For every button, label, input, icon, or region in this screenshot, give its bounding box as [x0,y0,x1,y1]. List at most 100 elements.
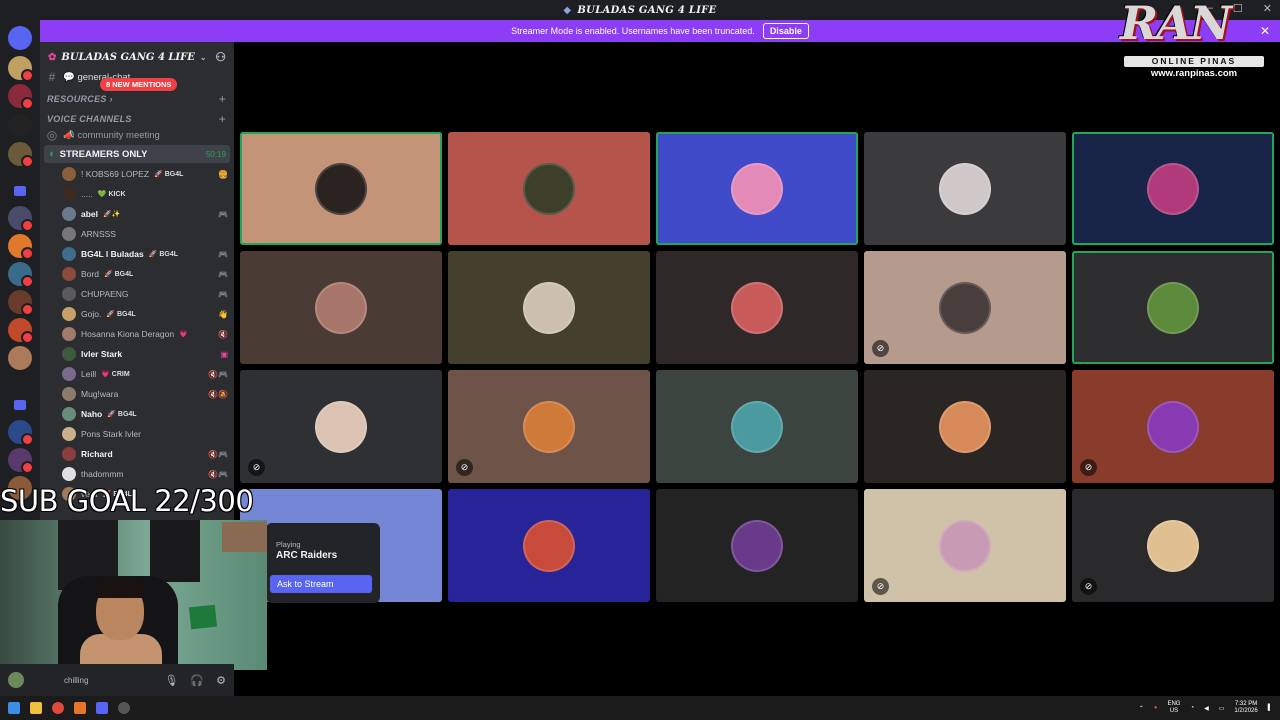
voice-member[interactable]: ! KOBS69 LOPEZ 🚀 BG4L 🍔 [62,164,228,184]
server-icon[interactable] [8,290,34,316]
participant-tile[interactable] [448,251,650,364]
server-icon[interactable] [8,114,32,138]
participant-tile[interactable] [240,132,442,245]
voice-member[interactable]: Hosanna Kiona Deragon 💗 🔇 [62,324,228,344]
channel-community-meeting[interactable]: ◎ 📣 community meeting [46,126,226,144]
chevron-down-icon: ⌄ [199,52,207,62]
voice-member[interactable]: Naho 🚀 BG4L [62,404,228,424]
add-channel-icon[interactable]: + [219,92,226,106]
participant-tile[interactable] [864,132,1066,245]
close-window-button[interactable]: ✕ [1263,2,1272,15]
obs-icon[interactable] [118,702,130,714]
muted-icon: ⊘ [872,340,889,357]
microphone-icon[interactable]: 🎙 [164,674,178,687]
member-tag: 🚀 BG4L [107,411,137,418]
participant-tile[interactable] [240,251,442,364]
participant-tile[interactable] [864,370,1066,483]
member-status-icon: 👋 [218,309,228,319]
ask-to-stream-button[interactable]: Ask to Stream [270,575,372,593]
voice-member[interactable]: Gojo. 🚀 BG4L 👋 [62,304,228,324]
server-icon[interactable] [8,318,34,344]
user-avatar[interactable] [8,672,24,688]
voice-member[interactable]: thadommm 🔇🎮 [62,464,228,484]
user-status: chilling [64,675,89,685]
mic-tray-icon[interactable]: ● [1154,705,1158,711]
voice-member[interactable]: ..... 💚 KICK [62,184,228,204]
category-label: VOICE CHANNELS [47,114,132,124]
voice-member[interactable]: CHUPAENG 🎮 [62,284,228,304]
new-mentions-badge[interactable]: 8 NEW MENTIONS [100,78,178,91]
voice-member[interactable]: Mug!wara 🔇🔕 [62,384,228,404]
member-status-icon: 🍔 [218,169,228,179]
app-icon[interactable] [74,702,86,714]
add-member-icon[interactable]: ⚇ [215,50,226,64]
battery-icon[interactable]: ▭ [1219,705,1225,712]
language-indicator[interactable]: ENG US [1167,701,1180,715]
streamer-mode-banner: Streamer Mode is enabled. Usernames have… [40,20,1280,42]
server-icon[interactable] [8,346,32,370]
participant-tile[interactable] [1072,132,1274,245]
disable-streamer-mode-button[interactable]: Disable [762,23,809,39]
participant-avatar [523,519,575,572]
chrome-icon[interactable] [52,702,64,714]
participant-tile[interactable]: ⊘ [240,370,442,483]
participant-tile[interactable] [448,489,650,602]
participant-tile[interactable] [1072,251,1274,364]
server-icon[interactable] [8,234,34,260]
voice-member[interactable]: Leill 💗 CRIM 🔇🎮 [62,364,228,384]
windows-taskbar: ⌃ ● ENG US ◔ ◀ ▭ 7:32 PM 1/2/2026 ▌ [0,696,1280,720]
participant-tile[interactable] [656,370,858,483]
category-voice-channels[interactable]: VOICE CHANNELS + [47,112,226,126]
direct-messages-icon[interactable] [8,26,32,50]
server-icon[interactable] [8,420,34,446]
avatar [62,407,76,421]
notification-icon[interactable]: ▌ [1268,705,1272,711]
system-tray: ⌃ ● ENG US ◔ ◀ ▭ 7:32 PM 1/2/2026 ▌ [1139,701,1272,715]
category-label: RESOURCES [47,94,107,104]
member-name: Ivler Stark [81,349,123,359]
windows-icon[interactable] [8,702,20,714]
chevron-up-icon[interactable]: ⌃ [1139,705,1144,712]
server-icon[interactable] [8,262,34,288]
participant-avatar [731,400,783,453]
voice-member[interactable]: abel 🚀✨ 🎮 [62,204,228,224]
discord-icon[interactable] [96,702,108,714]
server-icon[interactable] [8,448,34,474]
participant-tile[interactable]: ⊘ [448,370,650,483]
muted-icon: ⊘ [872,578,889,595]
category-resources[interactable]: RESOURCES › + [47,92,226,106]
discord-window: ◆ BULADAS GANG 4 LIFE — ☐ ✕ Streamer Mode… [0,0,1280,720]
add-channel-icon[interactable]: + [219,112,226,126]
server-name: BULADAS GANG 4 LIFE [61,51,195,63]
participant-tile[interactable]: ⊘ [864,489,1066,602]
server-folder-icon[interactable] [14,400,26,410]
wifi-icon[interactable]: ◔ [1190,705,1194,711]
volume-icon[interactable]: ◀ [1204,705,1209,712]
participant-avatar [731,281,783,334]
participant-tile[interactable]: ⊘ [1072,489,1274,602]
participant-tile[interactable] [656,489,858,602]
voice-member[interactable]: Pons Stark Ivler [62,424,228,444]
server-icon[interactable] [8,206,34,232]
participant-tile[interactable] [656,132,858,245]
voice-member[interactable]: Ivler Stark ▣ [62,344,228,364]
participant-tile[interactable] [448,132,650,245]
settings-icon[interactable]: ⚙ [216,674,226,687]
participant-tile[interactable]: ⊘ [1072,370,1274,483]
headset-icon[interactable]: 🎧 [190,674,204,687]
file-explorer-icon[interactable] [30,702,42,714]
voice-channel-streamers-only[interactable]: ◖ STREAMERS ONLY 50:19 [44,145,230,163]
clock[interactable]: 7:32 PM 1/2/2026 [1234,701,1257,715]
voice-member[interactable]: ARNSSS [62,224,228,244]
participant-tile[interactable] [656,251,858,364]
voice-member[interactable]: BG4L l Buladas 🚀 BG4L 🎮 [62,244,228,264]
voice-member[interactable]: Richard 🔇🎮 [62,444,228,464]
server-icon[interactable] [8,142,34,168]
server-icon[interactable] [8,56,34,82]
participant-tile[interactable]: ⊘ [864,251,1066,364]
server-icon[interactable] [8,84,34,110]
chevron-right-icon: › [109,94,113,104]
voice-member[interactable]: Bord 🚀 BG4L 🎮 [62,264,228,284]
server-folder-icon[interactable] [14,186,26,196]
window-title-text: BULADAS GANG 4 LIFE [577,4,717,16]
